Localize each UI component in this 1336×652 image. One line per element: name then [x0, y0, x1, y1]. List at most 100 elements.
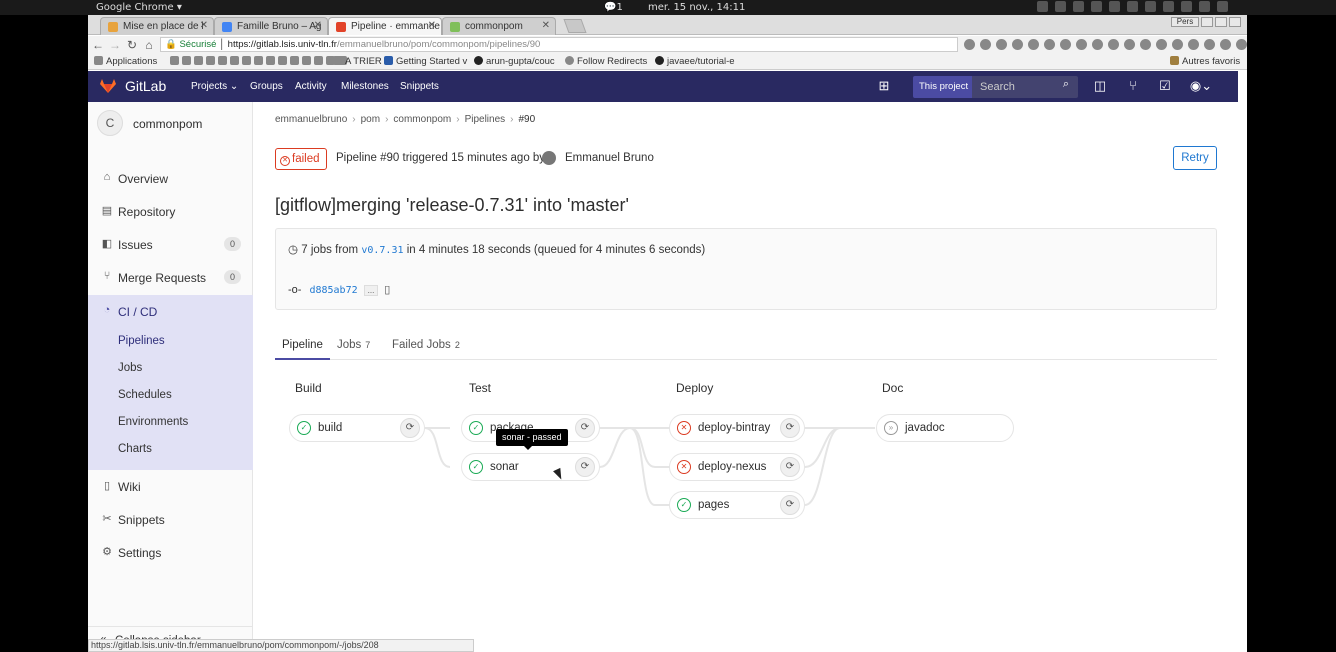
- breadcrumb-item-current[interactable]: #90: [519, 114, 536, 125]
- browser-tab[interactable]: commonpom ✕: [442, 17, 556, 35]
- bookmark-getting-started[interactable]: Getting Started v: [384, 56, 467, 67]
- address-bar[interactable]: 🔒 Sécurisé │ https://gitlab.lsis.univ-tl…: [160, 37, 958, 52]
- bookmark-icon[interactable]: [194, 56, 203, 65]
- job-javadoc[interactable]: » javadoc: [876, 414, 1014, 442]
- close-window-button[interactable]: [1229, 17, 1241, 27]
- nav-milestones[interactable]: Milestones: [341, 81, 389, 92]
- extension-icon[interactable]: [1124, 39, 1135, 50]
- expand-commit-button[interactable]: ...: [363, 285, 379, 296]
- tab-pipeline[interactable]: Pipeline: [282, 339, 323, 351]
- project-avatar[interactable]: C: [97, 110, 123, 136]
- extension-icon[interactable]: [1140, 39, 1151, 50]
- back-icon[interactable]: ←: [91, 38, 105, 52]
- bookmark-follow-redirects[interactable]: Follow Redirects: [565, 56, 647, 67]
- bookmark-icon[interactable]: [278, 56, 287, 65]
- job-deploy-nexus[interactable]: ✕ deploy-nexus ⟳: [669, 453, 805, 481]
- close-tab-icon[interactable]: ✕: [200, 20, 208, 31]
- sidebar-sub-schedules[interactable]: Schedules: [118, 389, 172, 401]
- app-menu[interactable]: Google Chrome ▾: [96, 2, 182, 13]
- extension-icon[interactable]: [1188, 39, 1199, 50]
- bookmark-a-trier[interactable]: A TRIER: [333, 56, 382, 67]
- minimize-button[interactable]: [1201, 17, 1213, 27]
- extension-icon[interactable]: [1172, 39, 1183, 50]
- browser-tab[interactable]: Famille Bruno – Ag ✕: [214, 17, 328, 35]
- breadcrumb-item[interactable]: pom: [361, 114, 380, 125]
- bookmark-icon[interactable]: [302, 56, 311, 65]
- bookmark-icon[interactable]: [170, 56, 179, 65]
- extension-icon[interactable]: [996, 39, 1007, 50]
- search-icon[interactable]: ⌕: [1058, 78, 1074, 91]
- todo-check-icon[interactable]: ☑: [1157, 78, 1173, 94]
- tray-icon[interactable]: [1145, 1, 1156, 12]
- project-name[interactable]: commonpom: [133, 117, 202, 131]
- bookmark-other-favorites[interactable]: Autres favoris: [1170, 56, 1240, 67]
- extension-icon[interactable]: [1220, 39, 1231, 50]
- tab-jobs[interactable]: Jobs 7: [337, 339, 370, 351]
- maximize-button[interactable]: [1215, 17, 1227, 27]
- new-plus-icon[interactable]: ⊞: [876, 78, 892, 94]
- tray-icon[interactable]: [1199, 1, 1210, 12]
- retry-job-icon[interactable]: ⟳: [780, 418, 800, 438]
- tray-icon[interactable]: [1181, 1, 1192, 12]
- nav-snippets[interactable]: Snippets: [400, 81, 439, 92]
- tray-icon[interactable]: [1073, 1, 1084, 12]
- search-scope[interactable]: This project: [913, 76, 975, 98]
- extension-icon[interactable]: [1204, 39, 1215, 50]
- tray-icon[interactable]: [1217, 1, 1228, 12]
- retry-job-icon[interactable]: ⟳: [575, 457, 595, 477]
- bookmark-icon[interactable]: [206, 56, 215, 65]
- tab-failed-jobs[interactable]: Failed Jobs 2: [392, 339, 460, 351]
- star-icon[interactable]: [980, 39, 991, 50]
- extension-icon[interactable]: [1028, 39, 1039, 50]
- sidebar-item-merge-requests[interactable]: ⑂ Merge Requests 0: [88, 265, 253, 291]
- board-icon[interactable]: ◫: [1092, 78, 1108, 94]
- sidebar-item-snippets[interactable]: ✂ Snippets: [88, 507, 253, 533]
- extension-icon[interactable]: [1092, 39, 1103, 50]
- job-deploy-bintray[interactable]: ✕ deploy-bintray ⟳: [669, 414, 805, 442]
- status-badge[interactable]: ✕ failed: [275, 148, 327, 170]
- retry-button[interactable]: Retry: [1173, 146, 1217, 170]
- extension-icon[interactable]: [1076, 39, 1087, 50]
- gitlab-brand[interactable]: GitLab: [125, 78, 166, 94]
- bookmark-javaee[interactable]: javaee/tutorial-e: [655, 56, 735, 67]
- sidebar-item-wiki[interactable]: ▯ Wiki: [88, 474, 253, 500]
- gitlab-logo-icon[interactable]: [100, 79, 116, 93]
- commit-sha-link[interactable]: d885ab72: [309, 285, 357, 296]
- merge-request-icon[interactable]: ⑂: [1125, 78, 1141, 93]
- zoom-icon[interactable]: [964, 39, 975, 50]
- retry-job-icon[interactable]: ⟳: [780, 457, 800, 477]
- bookmark-applications[interactable]: Applications: [94, 56, 157, 67]
- bookmark-icon[interactable]: [266, 56, 275, 65]
- bookmark-icon[interactable]: [290, 56, 299, 65]
- sidebar-sub-pipelines[interactable]: Pipelines: [118, 335, 165, 347]
- tray-icon[interactable]: [1127, 1, 1138, 12]
- nav-groups[interactable]: Groups: [250, 81, 283, 92]
- retry-job-icon[interactable]: ⟳: [575, 418, 595, 438]
- tray-icon[interactable]: [1091, 1, 1102, 12]
- breadcrumb-item[interactable]: Pipelines: [465, 114, 506, 125]
- extension-icon[interactable]: [1156, 39, 1167, 50]
- sidebar-item-cicd[interactable]: ◔ CI / CD: [88, 299, 253, 325]
- bookmark-arun-gupta[interactable]: arun-gupta/couc: [474, 56, 555, 67]
- sidebar-item-repository[interactable]: ▤ Repository: [88, 199, 253, 225]
- new-tab-button[interactable]: [563, 19, 587, 33]
- job-sonar[interactable]: ✓ sonar ⟳: [461, 453, 600, 481]
- bookmark-icon[interactable]: [182, 56, 191, 65]
- bookmark-icon[interactable]: [242, 56, 251, 65]
- sidebar-item-overview[interactable]: ⌂ Overview: [88, 166, 253, 192]
- retry-job-icon[interactable]: ⟳: [780, 495, 800, 515]
- extension-icon[interactable]: [1044, 39, 1055, 50]
- tray-icon[interactable]: [1163, 1, 1174, 12]
- close-tab-icon[interactable]: ✕: [542, 20, 550, 31]
- job-build[interactable]: ✓ build ⟳: [289, 414, 425, 442]
- sidebar-sub-jobs[interactable]: Jobs: [118, 362, 142, 374]
- close-tab-icon[interactable]: ✕: [428, 20, 436, 31]
- browser-tab[interactable]: Mise en place de l ✕: [100, 17, 214, 35]
- tray-icon[interactable]: [1037, 1, 1048, 12]
- bookmark-icon[interactable]: [218, 56, 227, 65]
- extension-icon[interactable]: [1012, 39, 1023, 50]
- copy-clipboard-icon[interactable]: ▯: [384, 284, 390, 296]
- avatar[interactable]: [542, 151, 556, 165]
- home-icon[interactable]: ⌂: [142, 38, 156, 52]
- user-link[interactable]: Emmanuel Bruno: [565, 152, 654, 164]
